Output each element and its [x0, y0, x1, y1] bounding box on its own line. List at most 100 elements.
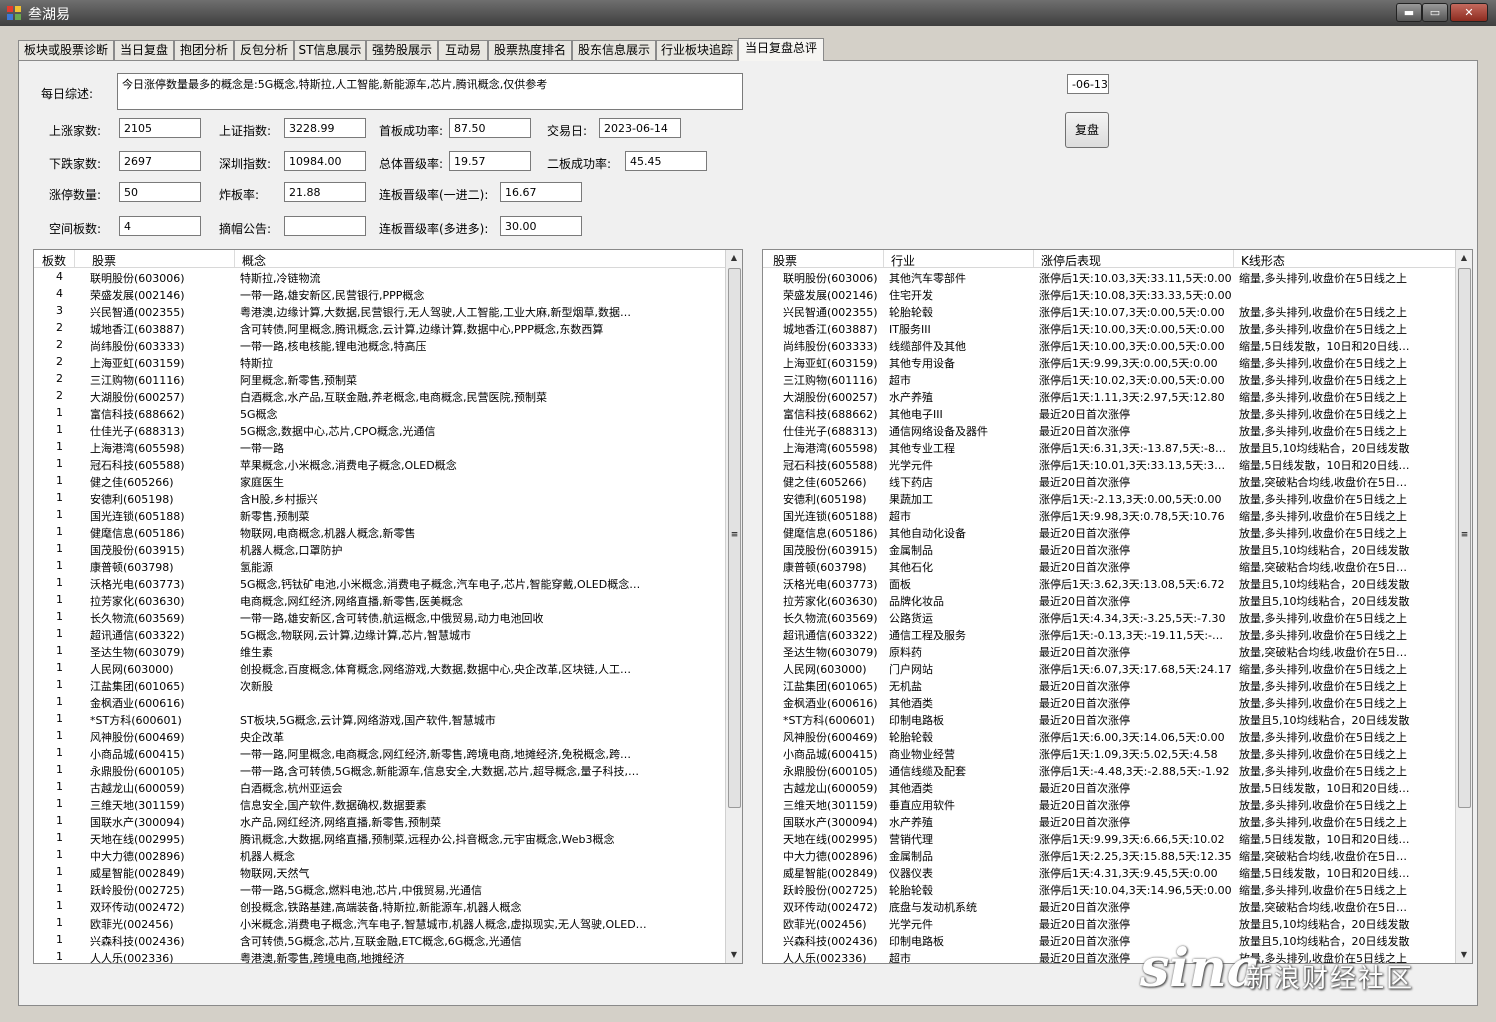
column-header-stock[interactable]: 股票	[92, 252, 116, 269]
table-row[interactable]: 跃岭股份(002725) 轮胎轮毂 涨停后1天:10.04,3天:14.96,5天:…	[763, 880, 1456, 897]
table-row[interactable]: 威星智能(002849) 仪器仪表 涨停后1天:4.31,3天:9.45,5天:0.…	[763, 863, 1456, 880]
table-row[interactable]: 金枫酒业(600616) 其他酒类 最近20日首次涨停 放量,多头排列,收盘价在5日线…	[763, 693, 1456, 710]
table-row[interactable]: 国联水产(300094) 水产养殖 最近20日首次涨停 放量,多头排列,收盘价在5日线…	[763, 812, 1456, 829]
date-field[interactable]: -06-13	[1067, 74, 1109, 94]
table-row[interactable]: 1 古越龙山(600059) 白酒概念,杭州亚运会	[34, 778, 726, 795]
table-row[interactable]: 风神股份(600469) 轮胎轮毂 涨停后1天:6.00,3天:14.06,5天:0…	[763, 727, 1456, 744]
table-row[interactable]: 长久物流(603569) 公路货运 涨停后1天:4.34,3天:-3.25,5天:-…	[763, 608, 1456, 625]
table-row[interactable]: 1 小商品城(600415) 一带一路,阿里概念,电商概念,网红经济,新零售,跨境电…	[34, 744, 726, 761]
table-row[interactable]: 1 长久物流(603569) 一带一路,雄安新区,含可转债,航运概念,中俄贸易,动力…	[34, 608, 726, 625]
table-row[interactable]: 上海港湾(605598) 其他专业工程 涨停后1天:6.31,3天:-13.87,5…	[763, 438, 1456, 455]
table-row[interactable]: 城地香江(603887) IT服务III 涨停后1天:10.00,3天:0.00,5…	[763, 319, 1456, 336]
table-row[interactable]: 圣达生物(603079) 原料药 最近20日首次涨停 放量,突破粘合均线,收盘价在5日…	[763, 642, 1456, 659]
first-board-rate-field[interactable]: 87.50	[449, 118, 531, 138]
column-header-performance[interactable]: 涨停后表现	[1041, 252, 1101, 269]
down-count-field[interactable]: 2697	[119, 151, 201, 171]
up-count-field[interactable]: 2105	[119, 118, 201, 138]
table-row[interactable]: 1 双环传动(002472) 创投概念,铁路基建,高端装备,特斯拉,新能源车,机器人…	[34, 897, 726, 914]
space-board-field[interactable]: 4	[119, 216, 201, 236]
scroll-up-arrow-icon[interactable]: ▲	[726, 250, 742, 266]
sh-index-field[interactable]: 3228.99	[284, 118, 366, 138]
table-row[interactable]: 三维天地(301159) 垂直应用软件 最近20日首次涨停 放量,多头排列,收盘价在5…	[763, 795, 1456, 812]
tab-heat-rank[interactable]: 股票热度排名	[488, 40, 572, 60]
table-row[interactable]: 2 尚纬股份(603333) 一带一路,核电核能,锂电池概念,特高压	[34, 336, 726, 353]
table-row[interactable]: *ST方科(600601) 印制电路板 最近20日首次涨停 放量且5,10均线粘合，2…	[763, 710, 1456, 727]
table-row[interactable]: 1 人人乐(002336) 粤港澳,新零售,跨境电商,地摊经济	[34, 948, 726, 963]
table-row[interactable]: 1 富信科技(688662) 5G概念	[34, 404, 726, 421]
table-row[interactable]: 1 兴森科技(002436) 含可转债,5G概念,芯片,互联金融,ETC概念,6G概…	[34, 931, 726, 948]
table-row[interactable]: 拉芳家化(603630) 品牌化妆品 最近20日首次涨停 放量且5,10均线粘合，20…	[763, 591, 1456, 608]
scroll-down-arrow-icon[interactable]: ▼	[1456, 947, 1472, 963]
table-row[interactable]: 1 健之佳(605266) 家庭医生	[34, 472, 726, 489]
table-row[interactable]: 联明股份(603006) 其他汽车零部件 涨停后1天:10.03,3天:33.11,…	[763, 268, 1456, 285]
column-header-stock[interactable]: 股票	[773, 252, 797, 269]
table-row[interactable]: 人民网(603000) 门户网站 涨停后1天:6.07,3天:17.68,5天:24…	[763, 659, 1456, 676]
limit-up-concept-table[interactable]: 板数 股票 概念 4 联明股份(603006) 特斯拉,冷链物流 4 荣盛发展(0021…	[33, 249, 743, 964]
table-row[interactable]: 1 仕佳光子(688313) 5G概念,数据中心,芯片,CPO概念,光通信	[34, 421, 726, 438]
sz-index-field[interactable]: 10984.00	[284, 151, 366, 171]
table-row[interactable]: 冠石科技(605588) 光学元件 涨停后1天:10.01,3天:33.13,5天:…	[763, 455, 1456, 472]
table-row[interactable]: 1 *ST方科(600601) ST板块,5G概念,云计算,网络游戏,国产软件,智慧…	[34, 710, 726, 727]
tab-strong-stocks[interactable]: 强势股展示	[366, 40, 438, 60]
table-row[interactable]: 富信科技(688662) 其他电子III 最近20日首次涨停 放量,多头排列,收盘价在…	[763, 404, 1456, 421]
broken-rate-field[interactable]: 21.88	[284, 182, 366, 202]
table-row[interactable]: 国茂股份(603915) 金属制品 最近20日首次涨停 放量且5,10均线粘合，20日…	[763, 540, 1456, 557]
scrollbar-thumb[interactable]: ≡	[1458, 268, 1471, 808]
tab-group-analysis[interactable]: 抱团分析	[174, 40, 234, 60]
table-row[interactable]: 上海亚虹(603159) 其他专用设备 涨停后1天:9.99,3天:0.00,5天:…	[763, 353, 1456, 370]
table-row[interactable]: 1 人民网(603000) 创投概念,百度概念,体育概念,网络游戏,大数据,数据中心…	[34, 659, 726, 676]
table-row[interactable]: 兴民智通(002355) 轮胎轮毂 涨停后1天:10.07,3天:0.00,5天:0…	[763, 302, 1456, 319]
tab-interaction[interactable]: 互动易	[438, 40, 488, 60]
table-row[interactable]: 1 天地在线(002995) 腾讯概念,大数据,网络直播,预制菜,远程办公,抖音概念…	[34, 829, 726, 846]
close-button[interactable]: ✕	[1450, 3, 1488, 22]
second-board-rate-field[interactable]: 45.45	[625, 151, 707, 171]
tab-shareholder-info[interactable]: 股东信息展示	[572, 40, 656, 60]
scroll-up-arrow-icon[interactable]: ▲	[1456, 250, 1472, 266]
table-row[interactable]: 2 大湖股份(600257) 白酒概念,水产品,互联金融,养老概念,电商概念,民营医…	[34, 387, 726, 404]
column-header-boards[interactable]: 板数	[42, 252, 66, 269]
summary-textbox[interactable]: 今日涨停数量最多的概念是:5G概念,特斯拉,人工智能,新能源车,芯片,腾讯概念,…	[117, 73, 743, 110]
scroll-down-arrow-icon[interactable]: ▼	[726, 947, 742, 963]
table-row[interactable]: 3 兴民智通(002355) 粤港澳,边缘计算,大数据,民营银行,无人驾驶,人工智能…	[34, 302, 726, 319]
vertical-scrollbar[interactable]: ▲ ≡ ▼	[725, 250, 742, 963]
table-row[interactable]: 尚纬股份(603333) 线缆部件及其他 涨停后1天:10.00,3天:0.00,5…	[763, 336, 1456, 353]
review-button[interactable]: 复盘	[1065, 112, 1109, 148]
table-row[interactable]: 健之佳(605266) 线下药店 最近20日首次涨停 放量,突破粘合均线,收盘价在5日…	[763, 472, 1456, 489]
table-row[interactable]: 1 国光连锁(605188) 新零售,预制菜	[34, 506, 726, 523]
table-row[interactable]: 天地在线(002995) 营销代理 涨停后1天:9.99,3天:6.66,5天:10…	[763, 829, 1456, 846]
table-row[interactable]: 古越龙山(600059) 其他酒类 最近20日首次涨停 放量,5日线发散，10日和20…	[763, 778, 1456, 795]
table-row[interactable]: 欧菲光(002456) 光学元件 最近20日首次涨停 放量且5,10均线粘合，20日线…	[763, 914, 1456, 931]
table-row[interactable]: 大湖股份(600257) 水产养殖 涨停后1天:1.11,3天:2.97,5天:12…	[763, 387, 1456, 404]
table-row[interactable]: 江盐集团(601065) 无机盐 最近20日首次涨停 放量,多头排列,收盘价在5日线之…	[763, 676, 1456, 693]
table-row[interactable]: 1 冠石科技(605588) 苹果概念,小米概念,消费电子概念,OLED概念	[34, 455, 726, 472]
tab-sector-tracking[interactable]: 行业板块追踪	[656, 40, 738, 60]
tab-daily-summary[interactable]: 当日复盘总评	[738, 38, 824, 61]
table-row[interactable]: 1 中大力德(002896) 机器人概念	[34, 846, 726, 863]
table-row[interactable]: 1 健麾信息(605186) 物联网,电商概念,机器人概念,新零售	[34, 523, 726, 540]
scrollbar-thumb[interactable]: ≡	[728, 268, 741, 808]
table-row[interactable]: 1 三维天地(301159) 信息安全,国产软件,数据确权,数据要素	[34, 795, 726, 812]
total-promo-rate-field[interactable]: 19.57	[449, 151, 531, 171]
limit-up-count-field[interactable]: 50	[119, 182, 201, 202]
table-row[interactable]: 4 联明股份(603006) 特斯拉,冷链物流	[34, 268, 726, 285]
table-row[interactable]: 2 上海亚虹(603159) 特斯拉	[34, 353, 726, 370]
table-row[interactable]: 沃格光电(603773) 面板 涨停后1天:3.62,3天:13.08,5天:6.7…	[763, 574, 1456, 591]
tab-daily-review[interactable]: 当日复盘	[114, 40, 174, 60]
promo-1to2-field[interactable]: 16.67	[500, 182, 582, 202]
tab-rebound-analysis[interactable]: 反包分析	[234, 40, 294, 60]
table-row[interactable]: 健麾信息(605186) 其他自动化设备 最近20日首次涨停 放量,多头排列,收盘价在…	[763, 523, 1456, 540]
limit-up-performance-table[interactable]: 股票 行业 涨停后表现 K线形态 联明股份(603006) 其他汽车零部件 涨停后1…	[762, 249, 1473, 964]
column-header-kline[interactable]: K线形态	[1241, 252, 1285, 269]
column-header-concept[interactable]: 概念	[242, 252, 266, 269]
table-row[interactable]: 2 三江购物(601116) 阿里概念,新零售,预制菜	[34, 370, 726, 387]
column-header-industry[interactable]: 行业	[891, 252, 915, 269]
maximize-button[interactable]: ▭	[1422, 3, 1448, 22]
table-row[interactable]: 1 超讯通信(603322) 5G概念,物联网,云计算,边缘计算,芯片,智慧城市	[34, 625, 726, 642]
table-row[interactable]: 仕佳光子(688313) 通信网络设备及器件 最近20日首次涨停 放量,多头排列,收盘…	[763, 421, 1456, 438]
table-row[interactable]: 1 风神股份(600469) 央企改革	[34, 727, 726, 744]
table-row[interactable]: 荣盛发展(002146) 住宅开发 涨停后1天:10.08,3天:33.33,5天:…	[763, 285, 1456, 302]
minimize-button[interactable]: ▬	[1396, 3, 1422, 22]
table-row[interactable]: 双环传动(002472) 底盘与发动机系统 最近20日首次涨停 放量,突破粘合均线,收…	[763, 897, 1456, 914]
table-row[interactable]: 1 康普顿(603798) 氢能源	[34, 557, 726, 574]
trade-day-field[interactable]: 2023-06-14	[599, 118, 681, 138]
